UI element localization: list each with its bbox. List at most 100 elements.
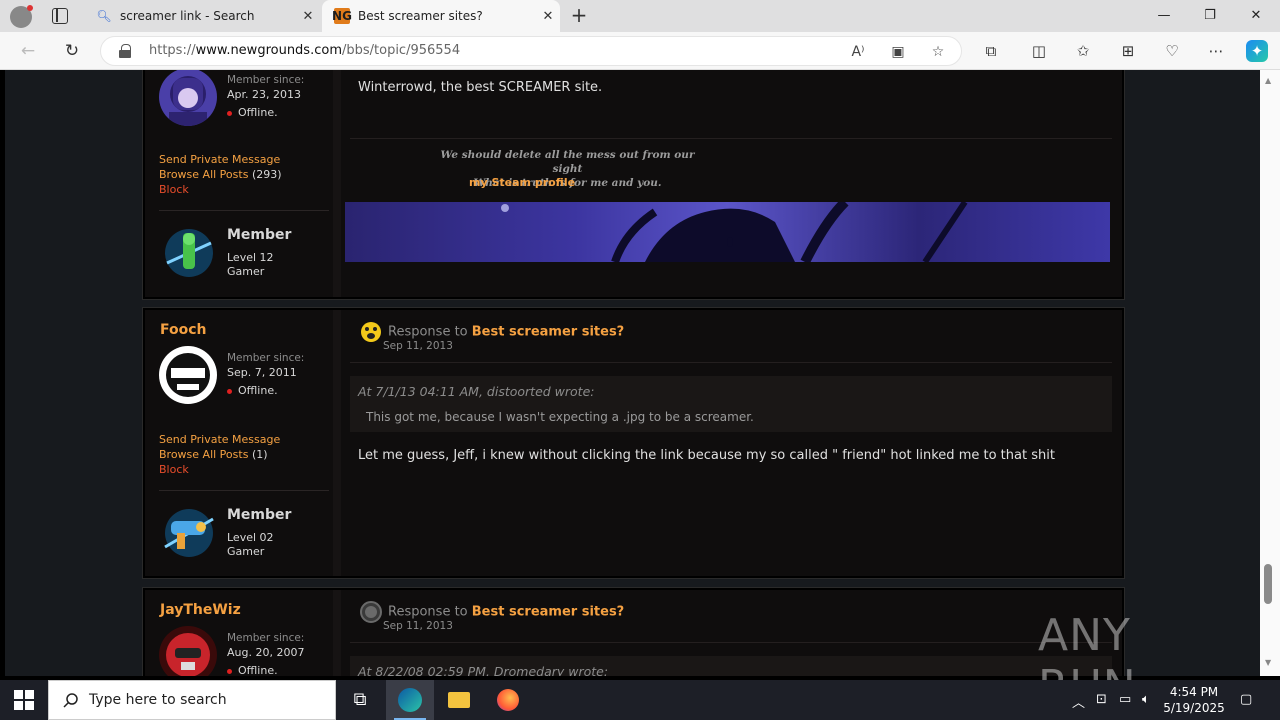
tab-newgrounds[interactable]: NG Best screamer sites? ✕ xyxy=(322,0,560,32)
volume-icon[interactable]: 🔈︎ xyxy=(1142,692,1150,707)
avatar[interactable] xyxy=(159,70,217,126)
rank-badge-icon xyxy=(165,229,213,277)
more-menu-icon[interactable]: ⋯ xyxy=(1205,40,1227,62)
quote-header: At 8/22/08 02:59 PM, Dromedary wrote: xyxy=(358,664,609,676)
post-text: Winterrowd, the best SCREAMER site. xyxy=(358,80,603,95)
new-tab-button[interactable]: + xyxy=(568,5,590,27)
edge-browser-icon[interactable] xyxy=(386,680,434,720)
chevron-up-icon[interactable]: ︿ xyxy=(1072,692,1085,711)
task-view-icon[interactable]: ⧉ xyxy=(336,680,384,720)
scroll-up-icon[interactable]: ▲ xyxy=(1265,76,1271,85)
send-private-message-link[interactable]: Send Private Message xyxy=(159,152,282,167)
browse-all-posts-link[interactable]: Browse All Posts xyxy=(159,168,248,181)
post-date: Sep 11, 2013 xyxy=(383,340,453,352)
anyrun-watermark: ANY RUN xyxy=(1038,610,1136,712)
restore-button[interactable]: ❐ xyxy=(1187,0,1233,32)
split-screen-icon[interactable]: ◫ xyxy=(1028,40,1050,62)
shocked-face-icon xyxy=(361,322,381,342)
browser-tab-bar: 🔍︎ screamer link - Search ✕ NG Best scre… xyxy=(0,0,1280,32)
newgrounds-icon: NG xyxy=(332,8,352,24)
favorites-icon[interactable]: ✩ xyxy=(1072,40,1094,62)
offline-dot-icon xyxy=(227,110,232,116)
quote-header: At 7/1/13 04:11 AM, distoorted wrote: xyxy=(358,384,595,399)
windows-start-icon[interactable] xyxy=(14,690,34,710)
block-link[interactable]: Block xyxy=(159,182,282,197)
system-clock[interactable]: 4:54 PM 5/19/2025 xyxy=(1163,684,1225,716)
post-author-panel: Fooch Member since: Sep. 7, 2011 Offline… xyxy=(145,310,341,576)
topic-link[interactable]: Best screamer sites? xyxy=(472,325,624,340)
offline-dot-icon xyxy=(227,668,232,674)
quote-body: This got me, because I wasn't expecting … xyxy=(366,410,754,424)
rank-box: Member Level 02 Gamer xyxy=(159,490,329,570)
post-author-panel: JayTheWiz Member since: Aug. 20, 2007 Of… xyxy=(145,590,341,676)
search-placeholder: Type here to search xyxy=(89,692,227,708)
member-since-label: Member since: xyxy=(227,74,305,86)
page-content: Member since: Apr. 23, 2013 Offline. Sen… xyxy=(5,70,1260,676)
topic-link[interactable]: Best screamer sites? xyxy=(472,605,624,620)
post-count: (293) xyxy=(251,168,282,181)
browser-essentials-icon[interactable]: ♡ xyxy=(1161,40,1183,62)
quote-block: At 8/22/08 02:59 PM, Dromedary wrote: xyxy=(350,656,1112,676)
status-badge: Offline. xyxy=(227,106,278,119)
close-icon[interactable]: ✕ xyxy=(536,9,560,24)
rank-badge-icon xyxy=(164,509,214,557)
post-date: Sep 11, 2013 xyxy=(383,620,453,632)
rank-label: Member xyxy=(227,227,292,243)
back-button[interactable]: ← xyxy=(16,40,40,62)
quote-block: At 7/1/13 04:11 AM, distoorted wrote: Th… xyxy=(350,376,1112,432)
firefox-icon[interactable] xyxy=(484,680,532,720)
tab-search[interactable]: 🔍︎ screamer link - Search ✕ xyxy=(84,0,320,32)
network-icon[interactable]: ▭ xyxy=(1119,692,1131,707)
favorite-star-icon[interactable]: ☆ xyxy=(929,43,947,61)
close-icon[interactable]: ✕ xyxy=(296,9,320,24)
immersive-reader-icon[interactable]: ▣ xyxy=(889,43,907,61)
post-count: (1) xyxy=(251,448,268,461)
profile-avatar-icon[interactable] xyxy=(10,5,33,28)
windows-taskbar: Type here to search ⧉ ︿ ⊡ ▭ 🔈︎ 4:54 PM 5… xyxy=(0,680,1280,720)
file-explorer-icon[interactable] xyxy=(435,680,483,720)
offline-dot-icon xyxy=(227,388,232,394)
refresh-button[interactable]: ↻ xyxy=(60,40,84,62)
extensions-icon[interactable]: ⧉ xyxy=(980,40,1002,62)
avatar[interactable] xyxy=(159,346,217,404)
device-icon[interactable]: ⊡ xyxy=(1096,692,1107,707)
notifications-icon[interactable]: ▢ xyxy=(1240,692,1252,707)
minimize-button[interactable]: — xyxy=(1141,0,1187,32)
scroll-down-icon[interactable]: ▼ xyxy=(1265,658,1271,667)
lock-icon[interactable] xyxy=(119,44,131,58)
status-badge: Offline. xyxy=(227,664,278,676)
forum-post: Fooch Member since: Sep. 7, 2011 Offline… xyxy=(143,308,1124,578)
search-icon xyxy=(63,693,78,708)
member-since-date: Sep. 7, 2011 xyxy=(227,366,297,379)
post-text: Let me guess, Jeff, i knew without click… xyxy=(358,448,1055,463)
gamer-type-label: Gamer xyxy=(227,545,265,558)
scrollbar-thumb[interactable] xyxy=(1264,564,1272,604)
member-since-date: Aug. 20, 2007 xyxy=(227,646,305,659)
read-aloud-icon[interactable]: A⁾ xyxy=(849,43,867,61)
steam-profile-link[interactable]: my Steam profile xyxy=(469,176,575,189)
tab-title: screamer link - Search xyxy=(120,9,255,23)
url-field[interactable]: https://www.newgrounds.com/bbs/topic/956… xyxy=(100,36,962,66)
username-link[interactable]: JayTheWiz xyxy=(160,602,241,618)
post-author-panel: Member since: Apr. 23, 2013 Offline. Sen… xyxy=(145,70,341,297)
tab-actions-icon[interactable] xyxy=(52,8,68,24)
url-text[interactable]: https://www.newgrounds.com/bbs/topic/956… xyxy=(149,43,460,58)
avatar[interactable] xyxy=(159,626,217,676)
close-window-button[interactable]: ✕ xyxy=(1233,0,1279,32)
member-since-label: Member since: xyxy=(227,632,305,644)
rank-box: Member Level 12 Gamer xyxy=(159,210,329,290)
rank-label: Member xyxy=(227,507,292,523)
tab-title: Best screamer sites? xyxy=(358,9,483,23)
send-private-message-link[interactable]: Send Private Message xyxy=(159,432,280,447)
page-scrollbar[interactable]: ▲ ▼ xyxy=(1260,70,1280,676)
taskbar-search-box[interactable]: Type here to search xyxy=(48,680,336,720)
forum-post: Member since: Apr. 23, 2013 Offline. Sen… xyxy=(143,70,1124,299)
search-icon: 🔍︎ xyxy=(96,9,112,23)
browse-all-posts-link[interactable]: Browse All Posts xyxy=(159,448,248,461)
username-link[interactable]: Fooch xyxy=(160,322,207,338)
member-since-date: Apr. 23, 2013 xyxy=(227,88,301,101)
copilot-icon[interactable]: ✦ xyxy=(1246,40,1268,62)
collections-icon[interactable]: ⊞ xyxy=(1117,40,1139,62)
forum-post: JayTheWiz Member since: Aug. 20, 2007 Of… xyxy=(143,588,1124,676)
block-link[interactable]: Block xyxy=(159,462,280,477)
